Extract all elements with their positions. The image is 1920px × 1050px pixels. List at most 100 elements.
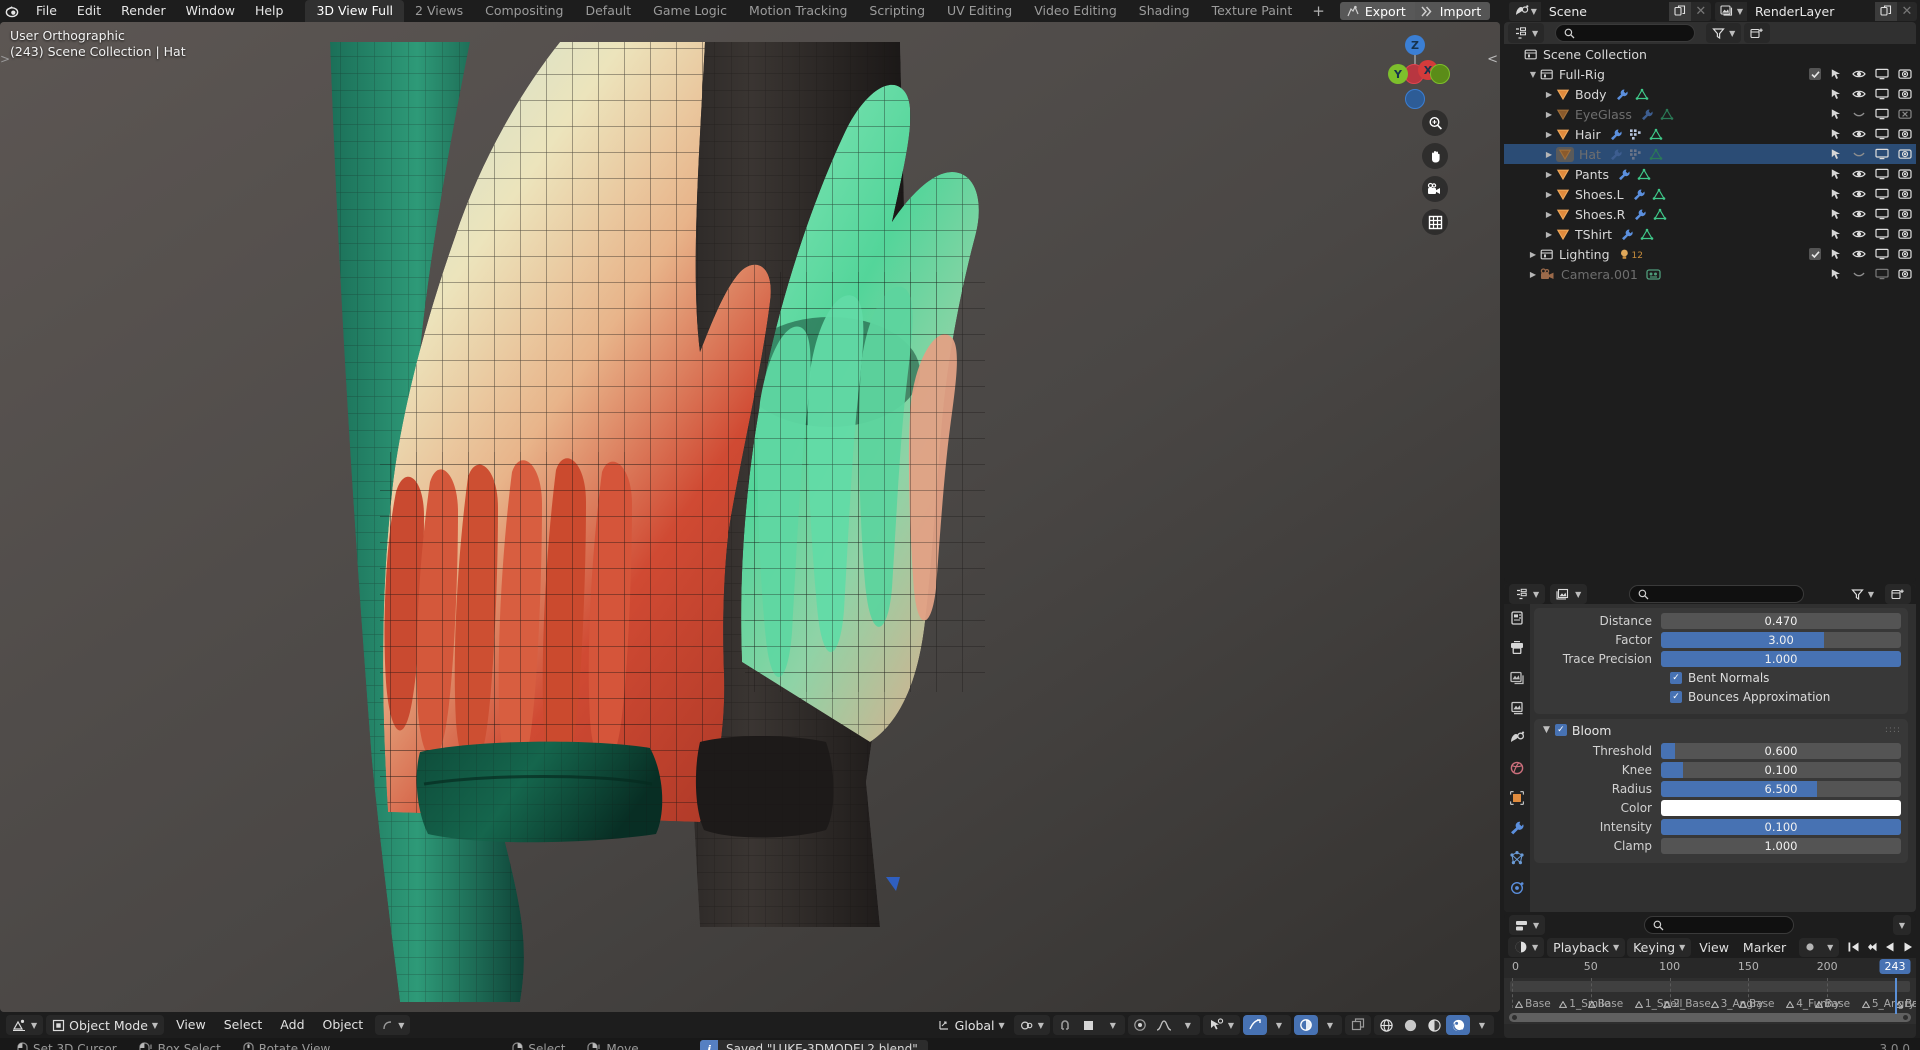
timeline-menu-keying[interactable]: Keying ▼ [1627, 937, 1692, 957]
eye-closed-icon[interactable] [1852, 148, 1866, 160]
dopesheet-search-input[interactable] [1644, 916, 1794, 934]
camera-render-icon[interactable] [1898, 188, 1912, 200]
menu-help[interactable]: Help [245, 0, 294, 22]
gizmo-axis-y-neg[interactable] [1430, 64, 1450, 84]
workspace-tab-2-views[interactable]: 2 Views [404, 0, 474, 22]
particles-icon[interactable] [1629, 148, 1643, 161]
select-arrow-icon[interactable] [1830, 188, 1843, 201]
monitor-icon[interactable] [1875, 148, 1889, 160]
timeline-marker[interactable]: Base [1587, 998, 1623, 1010]
constraints-tab[interactable] [1507, 908, 1527, 912]
modifier-icon[interactable] [1620, 228, 1634, 241]
property-slider-factor[interactable]: 3.00 [1661, 631, 1901, 648]
drag-handle-icon[interactable]: :::: [1885, 725, 1901, 735]
outliner-editor[interactable]: ▼ ▼ Scene Collection ▼ Full-Rig ▶ Body ▶… [1504, 22, 1916, 582]
select-arrow-icon[interactable] [1830, 168, 1843, 181]
eye-open-icon[interactable] [1852, 248, 1866, 260]
timeline-marker[interactable]: Base [1894, 998, 1916, 1010]
eye-open-icon[interactable] [1852, 168, 1866, 180]
play-icon[interactable] [1899, 941, 1916, 953]
camera-view-icon[interactable] [1422, 176, 1448, 202]
render-tab[interactable] [1507, 638, 1527, 658]
outliner-row-scene-collection[interactable]: Scene Collection [1504, 44, 1916, 64]
xray-chevron-down-icon[interactable]: ▼ [1318, 1015, 1342, 1035]
monitor-icon[interactable] [1875, 268, 1889, 280]
properties-filter-icon[interactable]: ▼ [1509, 584, 1546, 604]
property-slider-trace-precision[interactable]: 1.000 [1661, 650, 1901, 667]
disclosure-triangle-icon[interactable]: ▶ [1542, 90, 1556, 99]
play-reverse-icon[interactable] [1881, 941, 1898, 953]
timeline-horizontal-scrollbar[interactable] [1509, 1013, 1911, 1022]
navigation-gizmo[interactable]: Z X Y [1380, 34, 1450, 109]
workspace-tab-shading[interactable]: Shading [1128, 0, 1201, 22]
3d-viewport[interactable]: User Orthographic (243) Scene Collection… [0, 22, 1500, 1012]
snap-pivot-point-button[interactable]: ▼ [1013, 1015, 1050, 1035]
bloom-panel-header[interactable]: ▼ ✓ Bloom :::: [1541, 721, 1901, 739]
add-workspace-button[interactable]: + [1303, 0, 1334, 22]
workspace-tab-motion-tracking[interactable]: Motion Tracking [738, 0, 858, 22]
mesh-triangle-icon[interactable] [1640, 228, 1654, 241]
timeline-menu-marker[interactable]: Marker [1737, 938, 1792, 957]
object-browse-icon[interactable]: ▼ [1550, 584, 1588, 604]
snap-target-selector[interactable] [1077, 1015, 1101, 1035]
render-layers-icon[interactable]: ▼ [1714, 1, 1747, 21]
show-overlays-icon[interactable] [1243, 1015, 1267, 1035]
workspace-tab-texture-paint[interactable]: Texture Paint [1201, 0, 1304, 22]
mesh-triangle-icon[interactable] [1652, 188, 1666, 201]
color-swatch-color[interactable] [1661, 799, 1901, 816]
outliner-row-pants[interactable]: ▶ Pants [1504, 164, 1916, 184]
shading-chevron-down-icon[interactable]: ▼ [1470, 1015, 1494, 1035]
menu-edit[interactable]: Edit [67, 0, 111, 22]
remove-viewlayer-button[interactable]: ✕ [1897, 2, 1917, 21]
monitor-icon[interactable] [1875, 208, 1889, 220]
mesh-triangle-icon[interactable] [1649, 148, 1663, 161]
overlay-stack-icon[interactable] [1345, 1015, 1371, 1035]
chevron-down-icon[interactable]: ▼ [1543, 725, 1550, 735]
filter-funnel-icon[interactable]: ▼ [1845, 584, 1880, 604]
timeline-menu-view[interactable]: View [1693, 938, 1735, 957]
outliner-display-mode-icon[interactable]: ▼ [1508, 23, 1545, 43]
checkbox-bent-normals[interactable]: ✓ [1670, 671, 1682, 684]
disclosure-triangle-icon[interactable]: ▶ [1542, 210, 1556, 219]
outliner-row-shoes-l[interactable]: ▶ Shoes.L [1504, 184, 1916, 204]
monitor-icon[interactable] [1875, 228, 1889, 240]
blender-logo-icon[interactable] [0, 0, 26, 22]
timeline-current-frame-badge[interactable]: 243 [1879, 959, 1911, 974]
outliner-search-input[interactable] [1555, 24, 1696, 42]
timeline-marker[interactable]: Base [1515, 998, 1551, 1010]
falloff-chevron-down-icon[interactable]: ▼ [1176, 1015, 1200, 1035]
disclosure-triangle-icon[interactable]: ▼ [1526, 70, 1540, 79]
tool-tab[interactable] [1507, 608, 1527, 628]
select-arrow-icon[interactable] [1830, 88, 1843, 101]
properties-editor[interactable]: ▼ ▼ ▼ Distance 0.470 Factor 3.00 Trace P… [1504, 584, 1916, 912]
rendered-shading-icon[interactable] [1446, 1015, 1470, 1035]
gizmo-axis-z-pos[interactable]: Z [1405, 35, 1425, 55]
menu-window[interactable]: Window [176, 0, 245, 22]
monitor-icon[interactable] [1875, 108, 1889, 120]
jump-start-icon[interactable] [1845, 941, 1862, 953]
timeline-scale[interactable]: 0 50 100 150 200 243 [1504, 958, 1916, 978]
timeline-content[interactable]: Base 1_Smile Base 1_Spell 2_Base 3_Angry Base 4… [1504, 978, 1916, 1024]
select-arrow-icon[interactable] [1830, 108, 1843, 121]
mesh-triangle-icon[interactable] [1635, 88, 1649, 101]
auto-keying-icon[interactable] [1799, 941, 1821, 953]
new-viewlayer-button[interactable] [1875, 1, 1897, 21]
eye-open-icon[interactable] [1852, 68, 1866, 80]
timeline-editor[interactable]: ▼ Playback ▼ Keying ▼ View Marker ▼ 0 50… [1504, 936, 1916, 1038]
property-slider-radius[interactable]: 6.500 [1661, 780, 1901, 797]
snap-options-chevron-down-icon[interactable]: ▼ [1101, 1015, 1125, 1035]
physics-tab[interactable] [1507, 878, 1527, 898]
select-arrow-icon[interactable] [1830, 68, 1843, 81]
modifier-tab[interactable] [1507, 818, 1527, 838]
outliner-row-shoes-r[interactable]: ▶ Shoes.R [1504, 204, 1916, 224]
eye-open-icon[interactable] [1852, 228, 1866, 240]
output-tab[interactable] [1507, 668, 1527, 688]
modifier-icon[interactable] [1633, 208, 1647, 221]
eye-closed-icon[interactable] [1852, 268, 1866, 280]
monitor-icon[interactable] [1875, 168, 1889, 180]
outliner-row-tshirt[interactable]: ▶ TShirt [1504, 224, 1916, 244]
timeline-marker[interactable]: Base [1814, 998, 1850, 1010]
editor-type-3dview-icon[interactable]: ▼ [6, 1015, 44, 1035]
timeline-marker[interactable]: Base [1738, 998, 1775, 1010]
viewlayer-tab[interactable] [1507, 698, 1527, 718]
